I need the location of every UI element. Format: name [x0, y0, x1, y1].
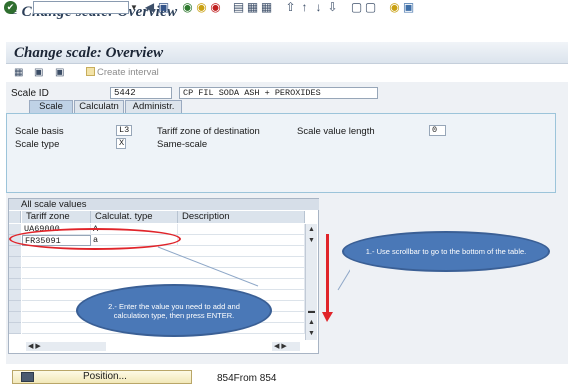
annotation-note-2: 2.- Enter the value you need to add and … — [76, 284, 272, 337]
scale-tab-panel — [6, 113, 556, 193]
scale-type-text: Same-scale — [157, 139, 208, 150]
pointer-line-note2 — [157, 246, 259, 287]
find-icon[interactable]: ▦ — [246, 1, 259, 14]
command-field[interactable] — [33, 1, 129, 14]
new-session-icon[interactable]: ▢ — [350, 1, 363, 14]
save-icon[interactable]: ▣ — [157, 1, 170, 14]
last-page-icon[interactable]: ⇩ — [326, 1, 339, 14]
scale-value-length-label: Scale value length — [297, 126, 375, 137]
column-header-calc-type[interactable]: Calculat. type — [91, 211, 178, 223]
position-button-label: Position... — [83, 371, 127, 382]
select-all-header[interactable] — [9, 211, 21, 223]
pointer-line-note1 — [337, 269, 350, 291]
column-header-description[interactable]: Description — [178, 211, 305, 223]
tab-administr[interactable]: Administr. — [125, 100, 182, 113]
shortcut-icon[interactable]: ▢ — [364, 1, 377, 14]
tab-calculatn[interactable]: Calculatn — [74, 100, 124, 113]
entry-count-text: 854From 854 — [217, 373, 277, 384]
cancel-icon[interactable]: ◉ — [209, 1, 222, 14]
horizontal-scrollbar-left[interactable]: ◀ ▶ — [26, 342, 106, 351]
table-cell-description[interactable] — [178, 224, 305, 235]
command-dropdown-icon[interactable]: ▼ — [130, 1, 140, 14]
tariff-zone-destination-label: Tariff zone of destination — [157, 126, 260, 137]
print-icon[interactable]: ▤ — [232, 1, 245, 14]
row-selector[interactable] — [9, 268, 21, 279]
table-view-icon[interactable]: ▦ — [14, 68, 25, 78]
previous-page-icon[interactable]: ↑ — [298, 1, 311, 14]
find-next-icon[interactable]: ▦ — [260, 1, 273, 14]
back-icon[interactable]: ◉ — [181, 1, 194, 14]
scale-basis-label: Scale basis — [15, 126, 64, 137]
scale-basis-field[interactable]: L3 — [116, 125, 132, 136]
column-header-tariff-zone[interactable]: Tariff zone — [22, 211, 91, 223]
next-page-icon[interactable]: ↓ — [312, 1, 325, 14]
other-object-icon[interactable]: ▣ — [55, 68, 66, 78]
page-title: Change scale: Overview — [14, 45, 164, 61]
horizontal-scrollbar-right[interactable]: ◀ ▶ — [272, 342, 300, 351]
scale-type-field[interactable]: X — [116, 138, 126, 149]
create-interval-button[interactable]: Create interval — [86, 67, 159, 78]
first-page-icon[interactable]: ⇧ — [284, 1, 297, 14]
row-selector[interactable] — [9, 301, 21, 312]
row-selector[interactable] — [9, 323, 21, 334]
tab-scale[interactable]: Scale — [29, 100, 73, 113]
create-interval-label: Create interval — [97, 67, 159, 78]
position-icon — [21, 372, 34, 382]
enter-check-icon[interactable]: ✔ — [4, 1, 17, 14]
row-selector[interactable] — [9, 290, 21, 301]
row-selector[interactable] — [9, 279, 21, 290]
annotation-note-1-text: 1.- Use scrollbar to go to the bottom of… — [365, 247, 527, 256]
create-interval-icon — [86, 67, 95, 76]
row-selector[interactable] — [9, 246, 21, 257]
back-history-icon[interactable]: ◀ — [143, 1, 156, 14]
customize-layout-icon[interactable]: ▣ — [402, 1, 415, 14]
scale-id-label: Scale ID — [11, 88, 49, 99]
scale-description-field[interactable]: CP FIL SODA ASH + PEROXIDES — [179, 87, 378, 99]
table-title: All scale values — [9, 199, 319, 210]
scale-id-field[interactable]: 5442 — [110, 87, 172, 99]
annotation-note-2-text: 2.- Enter the value you need to add and … — [108, 301, 240, 320]
details-icon[interactable]: ▣ — [34, 68, 45, 78]
row-selector[interactable] — [9, 257, 21, 268]
position-button[interactable]: Position... — [12, 370, 192, 384]
row-selector[interactable] — [9, 312, 21, 323]
annotation-note-1: 1.- Use scrollbar to go to the bottom of… — [342, 231, 550, 272]
exit-icon[interactable]: ◉ — [195, 1, 208, 14]
scale-value-length-field[interactable]: 0 — [429, 125, 446, 136]
scroll-up-icon[interactable]: ▲ — [306, 225, 317, 235]
scale-type-label: Scale type — [15, 139, 60, 150]
help-icon[interactable]: ◉ — [388, 1, 401, 14]
